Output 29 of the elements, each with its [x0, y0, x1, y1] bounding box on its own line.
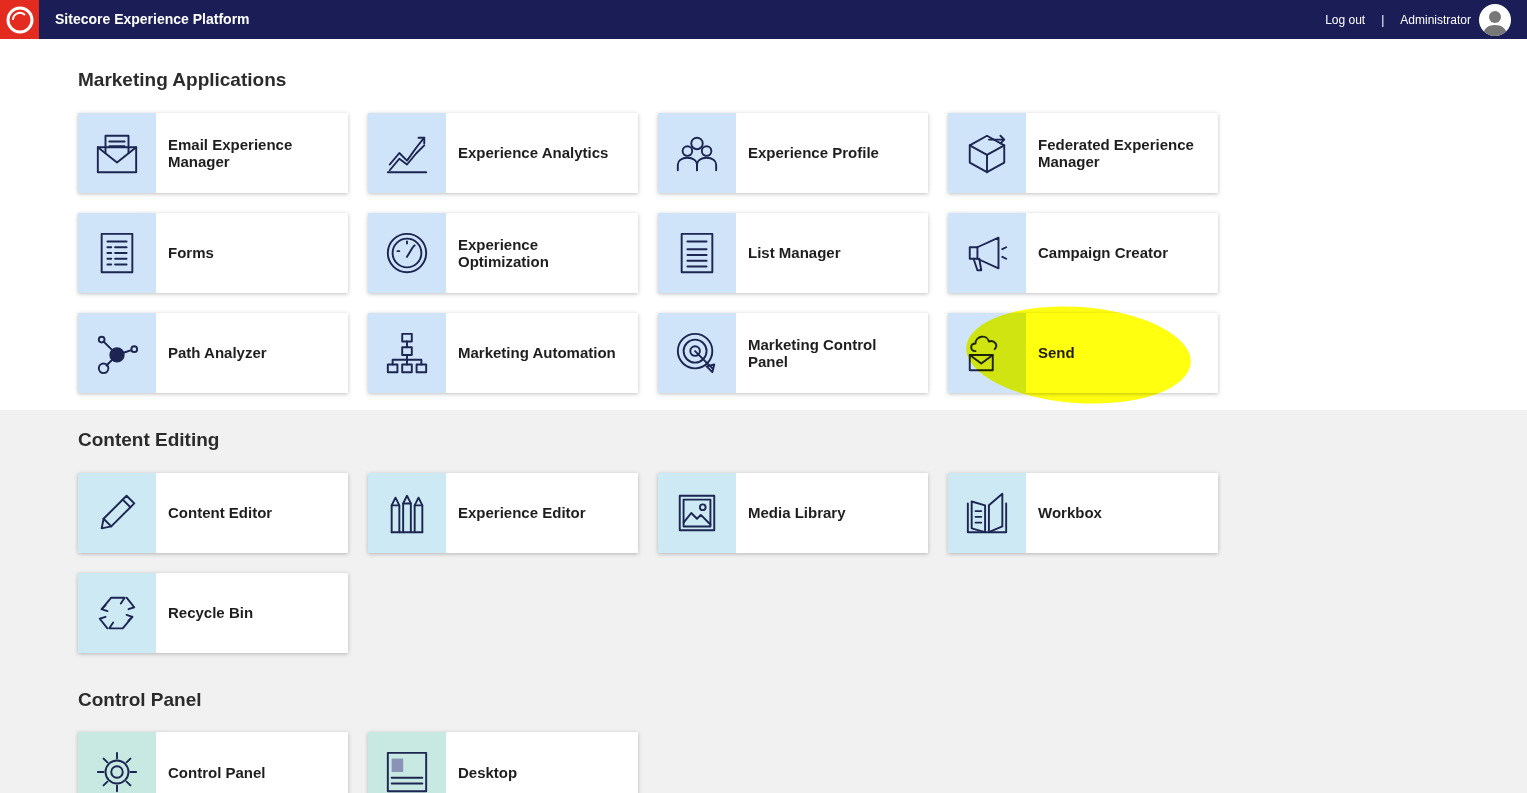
app-tile[interactable]: Experience Analytics [368, 112, 638, 193]
app-tile[interactable]: Workbox [948, 472, 1218, 553]
section-heading: Content Editing [78, 428, 221, 452]
app-tile[interactable]: Email Experience Manager [78, 112, 348, 193]
logout-link[interactable]: Log out [1325, 10, 1366, 29]
app-tile[interactable]: Recycle Bin [78, 572, 348, 653]
app-tile[interactable]: Campaign Creator [948, 212, 1218, 293]
app-tile[interactable]: Control Panel [78, 732, 348, 793]
section-heading: Marketing Applications [78, 69, 288, 92]
separator: | [1381, 11, 1385, 29]
app-tile[interactable]: Content Editor [78, 472, 348, 553]
app-tile[interactable]: Experience Editor [368, 472, 638, 553]
desktop-icon [384, 749, 430, 793]
app-title: Sitecore Experience Platform [55, 10, 250, 29]
avatar-icon[interactable] [1479, 3, 1511, 36]
logo-icon[interactable] [0, 0, 39, 39]
app-tile[interactable]: Forms [78, 212, 348, 293]
app-tile[interactable]: Experience Profile [658, 112, 928, 193]
gear-icon [94, 749, 140, 793]
app-tile[interactable]: Media Library [658, 472, 928, 553]
app-tile[interactable]: Path Analyzer [78, 312, 348, 393]
app-tile[interactable]: Marketing Control Panel [658, 312, 928, 393]
app-tile[interactable]: List Manager [658, 212, 928, 293]
app-tile[interactable]: Marketing Automation [368, 312, 638, 393]
section-heading: Control Panel [78, 688, 203, 712]
app-tile[interactable]: Experience Optimization [368, 212, 638, 293]
user-name: Administrator [1400, 11, 1471, 29]
app-tile[interactable]: Desktop [368, 732, 638, 793]
app-tile[interactable]: Federated Experience Manager [948, 112, 1218, 193]
